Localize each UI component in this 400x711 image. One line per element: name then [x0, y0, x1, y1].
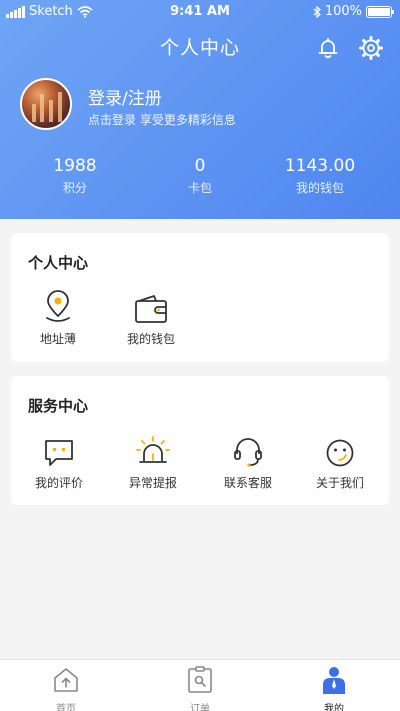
stat-label: 卡包 — [187, 181, 212, 195]
customer-service-item[interactable]: 联系客服 — [202, 432, 294, 491]
stat-points[interactable]: 1988 积分 — [15, 156, 135, 196]
stat-label: 积分 — [62, 181, 87, 195]
battery-icon — [366, 5, 394, 18]
stat-value: 1988 — [53, 156, 97, 176]
personal-center-card: 个人中心 地址薄 我的钱包 — [11, 233, 389, 362]
stat-card-pack[interactable]: 0 卡包 — [140, 156, 260, 196]
report-issue-item[interactable]: 异常提报 — [107, 432, 199, 491]
tab-home[interactable]: 首页 — [26, 666, 106, 711]
my-wallet-item[interactable]: 我的钱包 — [105, 288, 197, 347]
bell-icon[interactable] — [316, 36, 340, 60]
home-icon — [54, 668, 78, 692]
stat-wallet[interactable]: 1143.00 我的钱包 — [260, 156, 380, 196]
headset-icon — [234, 438, 262, 467]
battery-label: 100% — [324, 4, 362, 19]
tab-label: 首页 — [56, 704, 76, 711]
status-bar: Sketch 9:41 AM 100% — [0, 0, 400, 24]
location-pin-icon — [46, 290, 70, 322]
my-reviews-item[interactable]: 我的评价 — [13, 432, 105, 491]
section-title: 个人中心 — [28, 254, 89, 272]
bluetooth-icon — [313, 5, 321, 18]
item-label: 我的评价 — [34, 476, 83, 490]
item-label: 地址薄 — [39, 332, 76, 346]
login-subtitle: 点击登录 享受更多精彩信息 — [88, 113, 236, 127]
alarm-light-icon — [136, 436, 170, 463]
smiley-icon — [326, 439, 354, 467]
address-book-item[interactable]: 地址薄 — [12, 288, 104, 347]
item-label: 我的钱包 — [126, 332, 175, 346]
person-icon — [323, 667, 345, 694]
profile-header: Sketch 9:41 AM 100% 个人中心 登录/注册 点击登录 享受更多… — [0, 0, 400, 219]
stat-value: 1143.00 — [284, 156, 356, 176]
about-us-item[interactable]: 关于我们 — [294, 432, 386, 491]
stat-value: 0 — [194, 156, 206, 176]
avatar[interactable] — [20, 78, 72, 130]
tab-label: 订单 — [190, 704, 210, 711]
item-label: 联系客服 — [223, 476, 272, 490]
chat-bubble-icon — [45, 440, 73, 466]
tab-orders[interactable]: 订单 — [160, 666, 240, 711]
service-center-card: 服务中心 我的评价 异常提报 联系客服 关于我们 — [11, 376, 389, 505]
gear-icon[interactable] — [358, 35, 384, 61]
item-label: 异常提报 — [128, 476, 177, 490]
wallet-icon — [135, 295, 167, 323]
stat-label: 我的钱包 — [295, 181, 344, 195]
tab-mine[interactable]: 我的 — [294, 666, 374, 711]
clipboard-search-icon — [188, 666, 212, 693]
tab-bar: 首页 订单 我的 — [0, 659, 400, 711]
login-register-link[interactable]: 登录/注册 — [88, 84, 162, 109]
section-title: 服务中心 — [28, 397, 89, 415]
tab-label: 我的 — [324, 704, 344, 711]
page-title: 个人中心 — [159, 37, 240, 59]
item-label: 关于我们 — [315, 476, 364, 490]
